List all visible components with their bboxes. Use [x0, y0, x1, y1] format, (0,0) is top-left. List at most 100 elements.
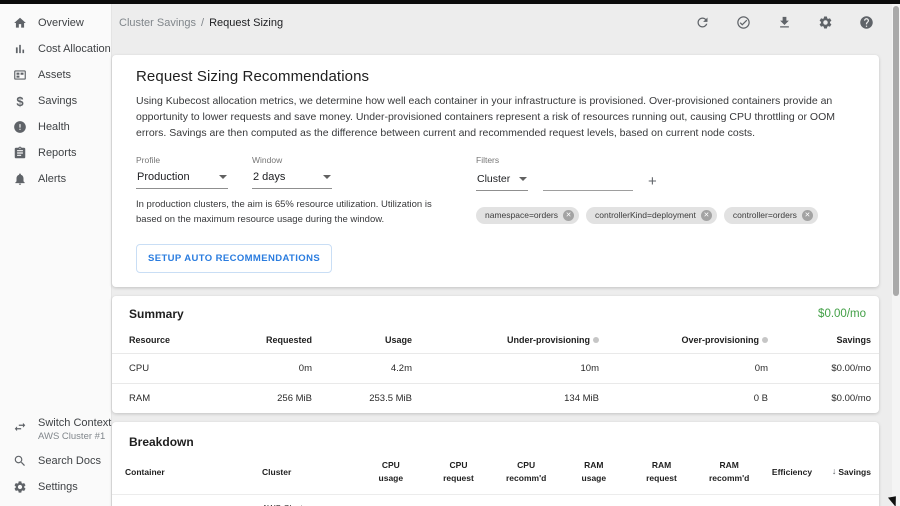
column-header: Savings [768, 335, 871, 345]
column-header: Usage [312, 335, 412, 345]
page-title: Request Sizing Recommendations [136, 68, 855, 85]
top-black-bar [0, 0, 900, 4]
sidebar-item-label: Reports [38, 147, 77, 159]
vertical-scrollbar [892, 4, 900, 506]
profile-value: Production [137, 171, 190, 183]
chevron-down-icon [519, 177, 527, 181]
close-icon[interactable]: ✕ [701, 210, 712, 221]
setup-auto-recommendations-button[interactable]: SETUP AUTO RECOMMENDATIONS [136, 244, 332, 273]
profile-hint: In production clusters, the aim is 65% r… [136, 197, 458, 227]
bell-icon [13, 172, 27, 186]
health-error-icon [13, 120, 27, 134]
window-value: 2 days [253, 171, 285, 183]
breadcrumb: Cluster Savings / Request Sizing [119, 17, 283, 29]
dollar-icon: $ [13, 94, 27, 108]
column-header: Under-provisioning [412, 335, 599, 345]
column-header[interactable]: Efficiency [763, 466, 821, 479]
sidebar-item-cost-allocation[interactable]: Cost Allocation [0, 36, 111, 62]
sidebar-item-reports[interactable]: Reports [0, 140, 111, 166]
sidebar-item-search-docs[interactable]: Search Docs [0, 448, 111, 474]
sidebar-item-switch-context[interactable]: Switch Context AWS Cluster #1 [0, 411, 111, 448]
breakdown-card: Breakdown Container Cluster CPUusage CPU… [112, 422, 879, 506]
clipboard-icon [13, 146, 27, 160]
main-header: Cluster Savings / Request Sizing [112, 4, 900, 41]
cell-usage: 253.5 MiB [312, 393, 412, 404]
gear-icon [13, 480, 27, 494]
sidebar: Overview Cost Allocation Assets $ Saving… [0, 4, 112, 506]
check-circle-icon[interactable] [736, 15, 751, 30]
cell-cluster: AWS Cluster #1/cluster-one [262, 502, 357, 506]
sidebar-item-label: Overview [38, 17, 84, 29]
filter-chip: controller=orders ✕ [724, 207, 818, 224]
add-filter-button[interactable]: + [648, 174, 657, 191]
sidebar-item-settings[interactable]: Settings [0, 474, 111, 500]
filter-value-input[interactable] [543, 175, 633, 191]
table-row[interactable]: orders/orders:orders AWS Cluster #1/clus… [112, 494, 879, 506]
cell-resource: RAM [129, 393, 239, 404]
sidebar-item-label: Alerts [38, 173, 66, 185]
sidebar-item-label: Search Docs [38, 455, 101, 467]
sidebar-item-label: Health [38, 121, 70, 133]
sort-descending-icon: ↓ [832, 465, 837, 479]
table-row: CPU 0m 4.2m 10m 0m $0.00/mo [112, 353, 879, 383]
search-icon [13, 454, 27, 468]
refresh-icon[interactable] [695, 15, 710, 30]
sidebar-item-assets[interactable]: Assets [0, 62, 111, 88]
column-header: Container [125, 466, 262, 479]
cell-savings: $0.00/mo [768, 393, 871, 404]
settings-gear-icon[interactable] [818, 15, 833, 30]
cell-under-provisioning: 10m [412, 363, 599, 374]
column-header[interactable]: RAMrecomm'd [695, 459, 763, 485]
sidebar-item-label: Settings [38, 481, 78, 493]
current-cluster-label: AWS Cluster #1 [38, 431, 111, 442]
filter-chip: controllerKind=deployment ✕ [586, 207, 717, 224]
scrollbar-thumb[interactable] [893, 6, 899, 296]
breadcrumb-separator: / [201, 17, 204, 29]
content: Request Sizing Recommendations Using Kub… [112, 55, 900, 506]
help-icon[interactable] [859, 15, 874, 30]
column-header-savings[interactable]: ↓ Savings [821, 465, 871, 479]
column-header: Over-provisioning [599, 335, 768, 345]
sidebar-item-alerts[interactable]: Alerts [0, 166, 111, 192]
cell-under-provisioning: 134 MiB [412, 393, 599, 404]
filter-type-select[interactable]: Cluster [476, 170, 528, 191]
controls-row: Profile Production Window 2 days [136, 155, 855, 273]
column-header[interactable]: RAMusage [560, 459, 628, 485]
cell-over-provisioning: 0m [599, 363, 768, 374]
profile-window-controls: Profile Production Window 2 days [136, 155, 458, 273]
cell-requested: 256 MiB [239, 393, 312, 404]
sidebar-item-health[interactable]: Health [0, 114, 111, 140]
sidebar-item-label: Assets [38, 69, 71, 81]
window-select-group: Window 2 days [252, 155, 332, 189]
header-actions [695, 15, 874, 30]
column-header[interactable]: CPUrequest [425, 459, 493, 485]
chip-label: controller=orders [733, 210, 797, 220]
cell-savings: $0.00/mo [768, 363, 871, 374]
filter-chip: namespace=orders ✕ [476, 207, 579, 224]
column-header: Resource [129, 335, 239, 345]
sidebar-item-savings[interactable]: $ Savings [0, 88, 111, 114]
breakdown-title: Breakdown [112, 422, 879, 451]
cell-requested: 0m [239, 363, 312, 374]
window-select[interactable]: 2 days [252, 167, 332, 189]
page-description: Using Kubecost allocation metrics, we de… [136, 94, 855, 142]
chip-label: namespace=orders [485, 210, 558, 220]
download-icon[interactable] [777, 15, 792, 30]
column-header[interactable]: CPUusage [357, 459, 425, 485]
cell-resource: CPU [129, 363, 239, 374]
sidebar-item-overview[interactable]: Overview [0, 10, 111, 36]
switch-context-label: Switch Context [38, 417, 111, 429]
filter-chips: namespace=orders ✕ controllerKind=deploy… [476, 207, 855, 224]
close-icon[interactable]: ✕ [563, 210, 574, 221]
breadcrumb-parent[interactable]: Cluster Savings [119, 17, 196, 29]
profile-label: Profile [136, 155, 228, 165]
summary-table-header: Resource Requested Usage Under-provision… [112, 329, 879, 353]
filters-section: Filters Cluster + namespace=orders [476, 155, 855, 273]
sidebar-item-label: Savings [38, 95, 77, 107]
request-sizing-card: Request Sizing Recommendations Using Kub… [112, 55, 879, 287]
sidebar-footer: Switch Context AWS Cluster #1 Search Doc… [0, 411, 111, 506]
column-header[interactable]: CPUrecomm'd [492, 459, 560, 485]
profile-select[interactable]: Production [136, 167, 228, 189]
close-icon[interactable]: ✕ [802, 210, 813, 221]
column-header[interactable]: RAMrequest [628, 459, 696, 485]
